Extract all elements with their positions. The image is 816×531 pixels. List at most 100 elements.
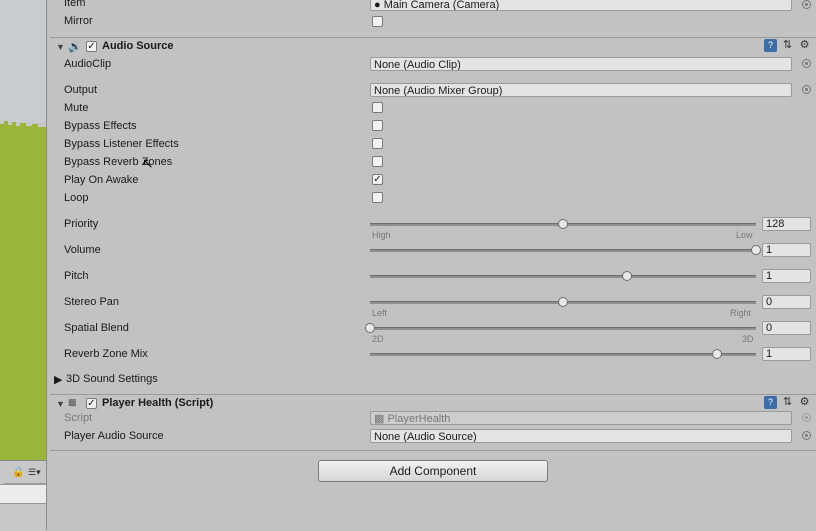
component-separator [50,450,816,451]
priority-value[interactable]: 128 [762,217,811,231]
volume-label: Volume [64,244,101,256]
mute-checkbox[interactable] [372,102,383,113]
gear-icon[interactable]: ⚙ [798,396,811,409]
foldout-arrow-icon[interactable]: ▶ [54,373,62,386]
bypass-listener-effects-checkbox[interactable] [372,138,383,149]
spatial-blend-slider[interactable] [365,323,756,333]
gear-icon[interactable]: ⚙ [798,39,811,52]
player-health-enabled-checkbox[interactable]: ✓ [86,398,97,409]
add-component-button[interactable]: Add Component [318,460,548,482]
priority-row: Priority 128 High Low [50,216,816,240]
stereo-pan-row: Stereo Pan 0 Left Right [50,294,816,318]
toggle-row: Bypass Effects [50,118,816,136]
toggle-row: Bypass Listener Effects [50,136,816,154]
left-panel-divider [0,484,46,504]
reverb-zone-mix-row: Reverb Zone Mix 1 [50,346,816,364]
stereo-pan-max-label: Right [730,308,752,318]
priority-min-label: High [372,230,391,240]
item-picker-icon[interactable] [802,0,811,9]
bypass-effects-checkbox[interactable] [372,120,383,131]
script-file-icon: ▩ [374,413,388,425]
3d-sound-settings-label[interactable]: 3D Sound Settings [66,373,158,385]
priority-slider-thumb[interactable] [558,219,568,229]
priority-label: Priority [64,218,99,230]
volume-slider-thumb[interactable] [751,245,761,255]
loop-label: Loop [64,192,89,204]
player-audio-source-row: Player Audio Source None (Audio Source) [50,428,816,446]
script-field: ▩ PlayerHealth [370,411,792,425]
bypass-reverb-zones-checkbox[interactable] [372,156,383,167]
audio-source-enabled-checkbox[interactable]: ✓ [86,41,97,52]
bypass-effects-label: Bypass Effects [64,120,137,132]
bypass-reverb-zones-label: Bypass Reverb Zones [64,156,173,168]
collapse-arrow-icon[interactable]: ▼ [56,399,65,409]
reverb-zone-mix-value[interactable]: 1 [762,347,811,361]
stereo-pan-slider-thumb[interactable] [558,297,568,307]
toggle-row: Play On Awake ✓ [50,172,816,190]
scene-view-strip: 🔒 ☰▾ ⊘ 17 [0,0,47,531]
help-book-icon[interactable]: ? [764,396,777,409]
priority-slider[interactable] [370,219,756,229]
pitch-row: Pitch 1 [50,268,816,286]
audio-clip-picker-icon[interactable] [802,59,811,68]
item-field[interactable]: ● Main Camera (Camera) [370,0,792,11]
mirror-row: Mirror [50,13,816,31]
preset-icon[interactable]: ⇅ [781,39,794,52]
volume-value[interactable]: 1 [762,243,811,257]
play-on-awake-checkbox[interactable]: ✓ [372,174,383,185]
stereo-pan-slider[interactable] [370,297,756,307]
script-label: Script [64,412,93,424]
player-audio-source-field[interactable]: None (Audio Source) [370,429,792,443]
spatial-blend-slider-thumb[interactable] [365,323,375,333]
script-icon: ▩ [68,397,77,407]
collapse-arrow-icon[interactable]: ▼ [56,42,65,52]
spatial-blend-value[interactable]: 0 [762,321,811,335]
player-audio-source-label: Player Audio Source [64,430,164,442]
mute-label: Mute [64,102,89,114]
scene-sky [0,0,46,122]
script-picker-icon [802,413,811,422]
pitch-value[interactable]: 1 [762,269,811,283]
audio-source-header[interactable]: ▼ 🔊 ✓ Audio Source ? ⇅ ⚙ [50,37,816,56]
play-on-awake-label: Play On Awake [64,174,139,186]
output-row: Output None (Audio Mixer Group) [50,82,816,100]
layers-menu-icon[interactable]: ☰▾ [28,467,41,478]
item-label: Item [64,0,86,9]
loop-checkbox[interactable] [372,192,383,203]
audio-clip-label: AudioClip [64,58,112,70]
player-audio-source-picker-icon[interactable] [802,431,811,440]
output-picker-icon[interactable] [802,85,811,94]
output-label: Output [64,84,98,96]
stereo-pan-min-label: Left [372,308,388,318]
reverb-zone-mix-label: Reverb Zone Mix [64,348,148,360]
preset-icon[interactable]: ⇅ [781,396,794,409]
output-field[interactable]: None (Audio Mixer Group) [370,83,792,97]
lock-icon[interactable]: 🔒 [12,467,24,478]
pitch-slider[interactable] [370,271,756,281]
spatial-blend-label: Spatial Blend [64,322,129,334]
toggle-row: Loop [50,190,816,208]
reverb-zone-mix-slider-thumb[interactable] [712,349,723,359]
pitch-slider-thumb[interactable] [622,271,633,281]
pitch-label: Pitch [64,270,89,282]
toggle-row: Mute [50,100,816,118]
audio-source-title: Audio Source [102,40,174,52]
mirror-checkbox[interactable] [372,16,383,27]
volume-row: Volume 1 [50,242,816,260]
spatial-blend-min-label: 2D [372,334,384,344]
3d-sound-settings-foldout[interactable]: ▶ 3D Sound Settings [50,371,816,389]
inspector-panel: Item ● Main Camera (Camera) Mirror ▼ 🔊 ✓… [50,0,816,530]
bypass-listener-effects-label: Bypass Listener Effects [64,138,179,150]
player-health-title: Player Health (Script) [102,397,214,409]
audio-clip-field[interactable]: None (Audio Clip) [370,57,792,71]
script-row: Script ▩ PlayerHealth [50,410,816,428]
stereo-pan-label: Stereo Pan [64,296,120,308]
help-book-icon[interactable]: ? [764,39,777,52]
priority-max-label: Low [736,230,753,240]
volume-slider[interactable] [370,245,761,255]
stereo-pan-value[interactable]: 0 [762,295,811,309]
scene-ground [0,130,46,460]
audio-clip-row: AudioClip None (Audio Clip) [50,56,816,74]
spatial-blend-max-label: 3D [742,334,754,344]
reverb-zone-mix-slider[interactable] [370,349,756,359]
